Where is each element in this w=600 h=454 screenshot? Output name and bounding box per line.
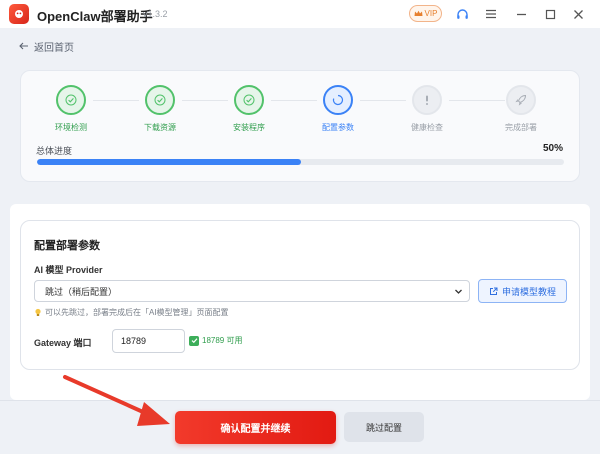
step-install: 安装程序: [219, 85, 279, 135]
vip-label: VIP: [424, 9, 438, 18]
arrow-left-icon: [19, 42, 28, 50]
config-title: 配置部署参数: [34, 240, 100, 252]
step-download: 下载资源: [130, 85, 190, 135]
progress-percent: 50%: [542, 143, 563, 154]
rocket-icon: [515, 94, 527, 106]
step-complete: 完成部署: [491, 85, 551, 135]
spinner-icon: [332, 94, 344, 106]
crown-icon: [414, 10, 423, 16]
provider-hint-text: 可以先跳过，部署完成后在「AI模型管理」页面配置: [45, 308, 229, 317]
step-label: 健康检查: [411, 123, 443, 132]
check-icon: [154, 94, 166, 106]
lightbulb-icon: [35, 308, 41, 316]
chevron-down-icon: [455, 289, 462, 294]
skip-config-button[interactable]: 跳过配置: [344, 412, 424, 442]
menu-button[interactable]: [481, 4, 501, 24]
step-label: 环境检测: [55, 123, 87, 132]
model-tutorial-label: 申请模型教程: [501, 286, 556, 297]
gateway-port-label: Gateway 端口: [34, 338, 92, 348]
back-home-label: 返回首页: [34, 42, 74, 54]
app-version: v1.3.2: [143, 9, 168, 19]
step-env-check: 环境检测: [41, 85, 101, 135]
port-status-text: 18789 可用: [202, 336, 243, 345]
progress-bar: [37, 159, 564, 165]
checkbox-checked-icon: [189, 335, 199, 346]
minimize-icon: [516, 13, 526, 15]
model-tutorial-button[interactable]: 申请模型教程: [478, 279, 567, 303]
step-label: 完成部署: [505, 123, 537, 132]
gateway-port-input[interactable]: 18789: [112, 329, 185, 353]
port-status: 18789 可用: [189, 335, 242, 346]
provider-hint: 可以先跳过，部署完成后在「AI模型管理」页面配置: [34, 307, 229, 318]
minimize-button[interactable]: [511, 4, 531, 24]
provider-selected-value: 跳过（稍后配置）: [45, 286, 118, 297]
step-label: 下载资源: [144, 123, 176, 132]
annotation-arrow-icon: [63, 375, 170, 426]
headset-button[interactable]: [452, 4, 472, 24]
menu-icon: [486, 9, 496, 19]
gateway-port-value: 18789: [121, 336, 147, 346]
external-link-icon: [489, 287, 498, 295]
maximize-icon: [545, 9, 555, 19]
back-home-link[interactable]: 返回首页: [19, 38, 74, 54]
confirm-continue-label: 确认配置并继续: [220, 424, 291, 435]
close-button[interactable]: [568, 4, 588, 24]
provider-label: AI 模型 Provider: [34, 265, 103, 275]
vip-badge[interactable]: VIP: [409, 5, 442, 22]
step-configure: 配置参数: [308, 85, 368, 135]
title-bar: OpenClaw部署助手 v1.3.2 VIP: [0, 0, 600, 28]
step-label: 安装程序: [233, 123, 265, 132]
close-icon: [573, 9, 583, 19]
app-logo: [9, 4, 29, 24]
config-card: 配置部署参数 AI 模型 Provider 跳过（稍后配置） 申请模型教程 可以…: [20, 220, 580, 370]
app-title: OpenClaw部署助手: [37, 9, 153, 24]
maximize-button[interactable]: [540, 4, 560, 24]
headset-icon: [456, 8, 468, 19]
step-health-check: 健康检查: [397, 85, 457, 135]
step-label: 配置参数: [322, 123, 354, 132]
check-icon: [65, 94, 77, 106]
progress-steps-card: 环境检测 下载资源 安装程序 配置参数 健康检查 完成部署 总体进度 50%: [20, 70, 580, 182]
exclamation-icon: [426, 95, 428, 105]
progress-fill: [37, 159, 301, 165]
provider-select[interactable]: 跳过（稍后配置）: [34, 280, 470, 302]
check-icon: [243, 94, 255, 106]
skip-config-label: 跳过配置: [365, 422, 402, 433]
confirm-continue-button[interactable]: 确认配置并继续: [175, 411, 336, 444]
progress-label: 总体进度: [36, 146, 73, 156]
